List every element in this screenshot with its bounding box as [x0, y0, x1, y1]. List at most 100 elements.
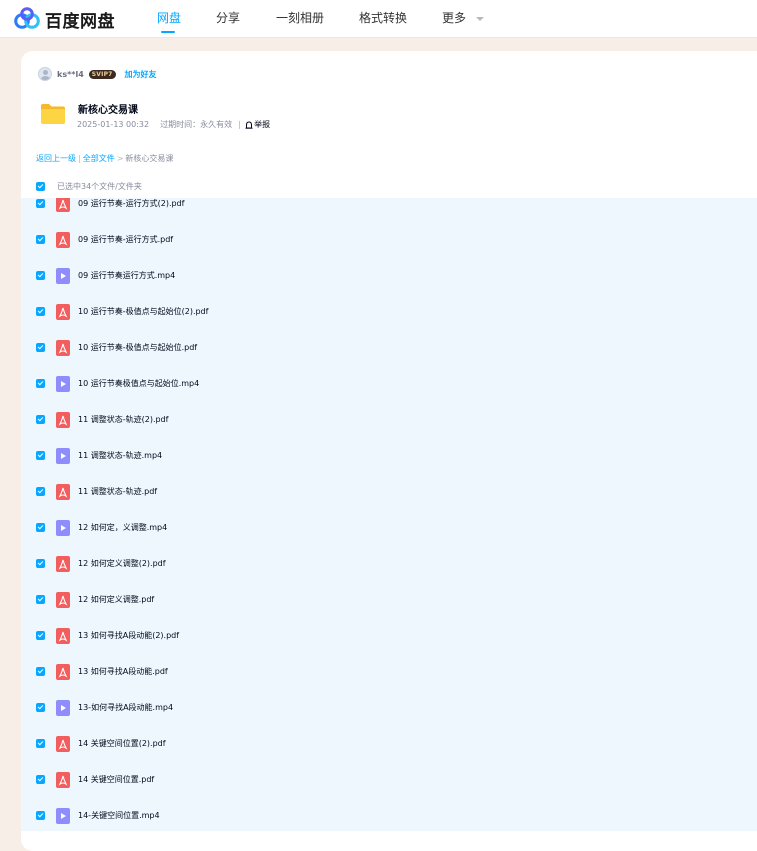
- file-name[interactable]: 11 调整状态-轨迹.pdf: [78, 487, 157, 497]
- file-row[interactable]: 12 如何定义调整.pdf: [21, 592, 757, 631]
- pdf-file-icon: [56, 232, 70, 248]
- file-checkbox[interactable]: [36, 667, 45, 676]
- logo[interactable]: 百度网盘: [13, 7, 123, 32]
- file-row[interactable]: 13 如何寻找A段动能.pdf: [21, 664, 757, 703]
- file-row[interactable]: 10 运行节奏极值点与起始位.mp4: [21, 376, 757, 415]
- main-nav: 网盘 分享 一刻相册 格式转换 更多: [150, 0, 484, 38]
- pdf-file-icon: [56, 736, 70, 752]
- nav-label: 一刻相册: [276, 11, 325, 25]
- nav-item-netdisk[interactable]: 网盘: [150, 0, 185, 38]
- file-row[interactable]: 09 运行节奏运行方式.mp4: [21, 268, 757, 307]
- file-row[interactable]: 11 调整状态-轨迹.pdf: [21, 484, 757, 523]
- file-checkbox[interactable]: [36, 451, 45, 460]
- file-row[interactable]: 14-关键空间位置.mp4: [21, 808, 757, 831]
- file-checkbox[interactable]: [36, 703, 45, 712]
- file-checkbox[interactable]: [36, 775, 45, 784]
- file-name[interactable]: 09 运行节奏-运行方式.pdf: [78, 235, 173, 245]
- file-name[interactable]: 14 关键空间位置.pdf: [78, 775, 154, 785]
- pdf-file-icon: [56, 412, 70, 428]
- vip-badge: SVIP7: [88, 69, 116, 79]
- file-checkbox[interactable]: [36, 343, 45, 352]
- file-checkbox[interactable]: [36, 631, 45, 640]
- file-name[interactable]: 13 如何寻找A段动能.pdf: [78, 667, 168, 677]
- file-name[interactable]: 10 运行节奏-极值点与起始位.pdf: [78, 343, 197, 353]
- file-row[interactable]: 09 运行节奏-运行方式(2).pdf: [21, 198, 757, 235]
- report-label: 举报: [254, 120, 271, 129]
- file-name[interactable]: 14-关键空间位置.mp4: [78, 811, 160, 821]
- file-name[interactable]: 09 运行节奏-运行方式(2).pdf: [78, 199, 184, 209]
- video-file-icon: [56, 520, 70, 536]
- pdf-file-icon: [56, 198, 70, 212]
- file-checkbox[interactable]: [36, 415, 45, 424]
- file-name[interactable]: 12 如何定义调整.pdf: [78, 595, 154, 605]
- nav-item-share[interactable]: 分享: [216, 0, 240, 38]
- file-row[interactable]: 12 如何定义调整(2).pdf: [21, 556, 757, 595]
- file-name[interactable]: 11 调整状态-轨迹(2).pdf: [78, 415, 168, 425]
- nav-label: 更多: [442, 11, 467, 25]
- file-name[interactable]: 12 如何定，义调整.mp4: [78, 523, 167, 533]
- file-name[interactable]: 10 运行节奏极值点与起始位.mp4: [78, 379, 199, 389]
- folder-title: 新核心交易课: [78, 105, 138, 116]
- file-row[interactable]: 12 如何定，义调整.mp4: [21, 520, 757, 559]
- divider: [239, 120, 241, 129]
- share-date: 2025-01-13 00:32: [77, 120, 150, 129]
- file-name[interactable]: 12 如何定义调整(2).pdf: [78, 559, 166, 569]
- file-checkbox[interactable]: [36, 307, 45, 316]
- file-row[interactable]: 10 运行节奏-极值点与起始位(2).pdf: [21, 304, 757, 343]
- file-row[interactable]: 10 运行节奏-极值点与起始位.pdf: [21, 340, 757, 379]
- file-checkbox[interactable]: [36, 487, 45, 496]
- nav-item-format-convert[interactable]: 格式转换: [359, 0, 407, 38]
- chevron-down-icon: [475, 16, 484, 21]
- logo-text: 百度网盘: [45, 11, 115, 32]
- owner-name[interactable]: ks**l4: [57, 70, 84, 79]
- folder-icon: [41, 104, 65, 124]
- file-row[interactable]: 13 如何寻找A段动能(2).pdf: [21, 628, 757, 667]
- select-all-checkbox[interactable]: [36, 181, 45, 191]
- expiry-label: 过期时间：永久有效: [160, 120, 233, 129]
- breadcrumb: 返回上一级 | 全部文件 > 新核心交易课: [36, 153, 173, 164]
- avatar[interactable]: [38, 67, 52, 81]
- pdf-file-icon: [56, 772, 70, 788]
- file-name[interactable]: 09 运行节奏运行方式.mp4: [78, 271, 175, 281]
- file-checkbox[interactable]: [36, 379, 45, 388]
- alarm-icon: [245, 120, 253, 129]
- nav-label: 网盘: [157, 11, 182, 25]
- breadcrumb-all-files-link[interactable]: 全部文件: [83, 154, 115, 163]
- video-file-icon: [56, 448, 70, 464]
- file-checkbox[interactable]: [36, 523, 45, 532]
- file-name[interactable]: 11 调整状态-轨迹.mp4: [78, 451, 162, 461]
- pdf-file-icon: [56, 340, 70, 356]
- select-all-row: 已选中34个文件/文件夹: [36, 181, 142, 191]
- file-row[interactable]: 09 运行节奏-运行方式.pdf: [21, 232, 757, 271]
- file-name[interactable]: 13-如何寻找A段动能.mp4: [78, 703, 173, 713]
- file-checkbox[interactable]: [36, 595, 45, 604]
- top-navigation-bar: 百度网盘 网盘 分享 一刻相册 格式转换 更多: [0, 0, 757, 38]
- file-checkbox[interactable]: [36, 235, 45, 244]
- breadcrumb-current: 新核心交易课: [125, 154, 174, 163]
- file-name[interactable]: 14 关键空间位置(2).pdf: [78, 739, 166, 749]
- file-list: 09 运行节奏-运行方式(2).pdf 09 运行节奏-运行方式.pdf 09 运行…: [21, 198, 757, 831]
- file-checkbox[interactable]: [36, 199, 45, 208]
- file-row[interactable]: 11 调整状态-轨迹(2).pdf: [21, 412, 757, 451]
- share-owner: ks**l4 SVIP7 加为好友: [38, 67, 157, 81]
- file-checkbox[interactable]: [36, 739, 45, 748]
- file-name[interactable]: 10 运行节奏-极值点与起始位(2).pdf: [78, 307, 208, 317]
- nav-item-photo-album[interactable]: 一刻相册: [276, 0, 324, 38]
- nav-label: 格式转换: [359, 11, 408, 25]
- add-friend-link[interactable]: 加为好友: [125, 69, 157, 80]
- nav-item-more[interactable]: 更多: [442, 0, 484, 38]
- file-row[interactable]: 14 关键空间位置.pdf: [21, 772, 757, 811]
- report-button[interactable]: 举报: [245, 119, 270, 130]
- file-checkbox[interactable]: [36, 811, 45, 820]
- pdf-file-icon: [56, 556, 70, 572]
- file-checkbox[interactable]: [36, 271, 45, 280]
- file-row[interactable]: 11 调整状态-轨迹.mp4: [21, 448, 757, 487]
- breadcrumb-back-link[interactable]: 返回上一级: [36, 154, 76, 163]
- file-row[interactable]: 13-如何寻找A段动能.mp4: [21, 700, 757, 739]
- file-name[interactable]: 13 如何寻找A段动能(2).pdf: [78, 631, 179, 641]
- file-row[interactable]: 14 关键空间位置(2).pdf: [21, 736, 757, 775]
- breadcrumb-chevron-icon: >: [116, 154, 124, 163]
- breadcrumb-separator: |: [78, 154, 81, 163]
- file-checkbox[interactable]: [36, 559, 45, 568]
- baidu-netdisk-logo-icon: [14, 7, 40, 29]
